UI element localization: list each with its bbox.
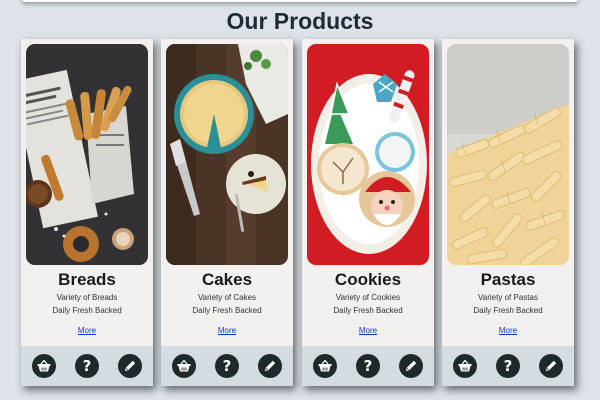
edit-button[interactable] [257, 354, 282, 378]
product-tagline: Daily Fresh Backed [333, 306, 403, 315]
edit-pencil-icon [405, 360, 416, 371]
product-title: Pastas [480, 270, 536, 289]
help-icon: ? [82, 356, 92, 375]
basket-icon [177, 360, 191, 372]
basket-icon [37, 360, 51, 372]
help-button[interactable]: ? [214, 354, 239, 378]
product-title: Cakes [201, 270, 253, 289]
product-description: Variety of Pastas [478, 293, 538, 302]
product-image-cakes [166, 44, 288, 265]
help-button[interactable]: ? [355, 354, 380, 378]
product-description: Variety of Cakes [197, 293, 257, 302]
product-description: Variety of Breads [56, 293, 118, 302]
product-tagline: Daily Fresh Backed [192, 306, 262, 315]
help-icon: ? [222, 356, 232, 375]
basket-button[interactable] [32, 354, 57, 378]
edit-button[interactable] [398, 354, 423, 378]
basket-button[interactable] [453, 354, 478, 378]
edit-pencil-icon [124, 360, 135, 371]
basket-icon [318, 360, 332, 372]
help-button[interactable]: ? [495, 354, 520, 378]
product-cards: Breads Variety of Breads Daily Fresh Bac… [21, 39, 581, 389]
edit-pencil-icon [545, 360, 556, 371]
product-card-breads: Breads Variety of Breads Daily Fresh Bac… [21, 39, 153, 386]
top-bar [22, 0, 578, 2]
product-tagline: Daily Fresh Backed [52, 306, 122, 315]
help-button[interactable]: ? [74, 354, 99, 378]
product-description: Variety of Cookies [335, 293, 401, 302]
help-icon: ? [363, 356, 373, 375]
more-link-breads[interactable]: More [21, 326, 153, 335]
help-icon: ? [503, 356, 513, 375]
edit-button[interactable] [117, 354, 142, 378]
edit-pencil-icon [264, 360, 275, 371]
product-card-cakes: Cakes Variety of Cakes Daily Fresh Backe… [161, 39, 293, 386]
product-card-pastas: Pastas Variety of Pastas Daily Fresh Bac… [442, 39, 574, 386]
product-title: Breads [58, 270, 116, 289]
product-image-pastas [447, 44, 569, 265]
more-link-cakes[interactable]: More [161, 326, 293, 335]
product-tagline: Daily Fresh Backed [473, 306, 543, 315]
product-title: Cookies [334, 270, 402, 289]
edit-button[interactable] [538, 354, 563, 378]
basket-button[interactable] [313, 354, 338, 378]
product-image-cookies [307, 44, 429, 265]
basket-button[interactable] [172, 354, 197, 378]
card-actions: ? [161, 346, 293, 386]
basket-icon [458, 360, 472, 372]
more-link-cookies[interactable]: More [302, 326, 434, 335]
card-actions: ? [21, 346, 153, 386]
product-card-cookies: Cookies Variety of Cookies Daily Fresh B… [302, 39, 434, 386]
product-image-breads [26, 44, 148, 265]
card-actions: ? [442, 346, 574, 386]
card-actions: ? [302, 346, 434, 386]
more-link-pastas[interactable]: More [442, 326, 574, 335]
page-title: Our Products [226, 8, 374, 34]
